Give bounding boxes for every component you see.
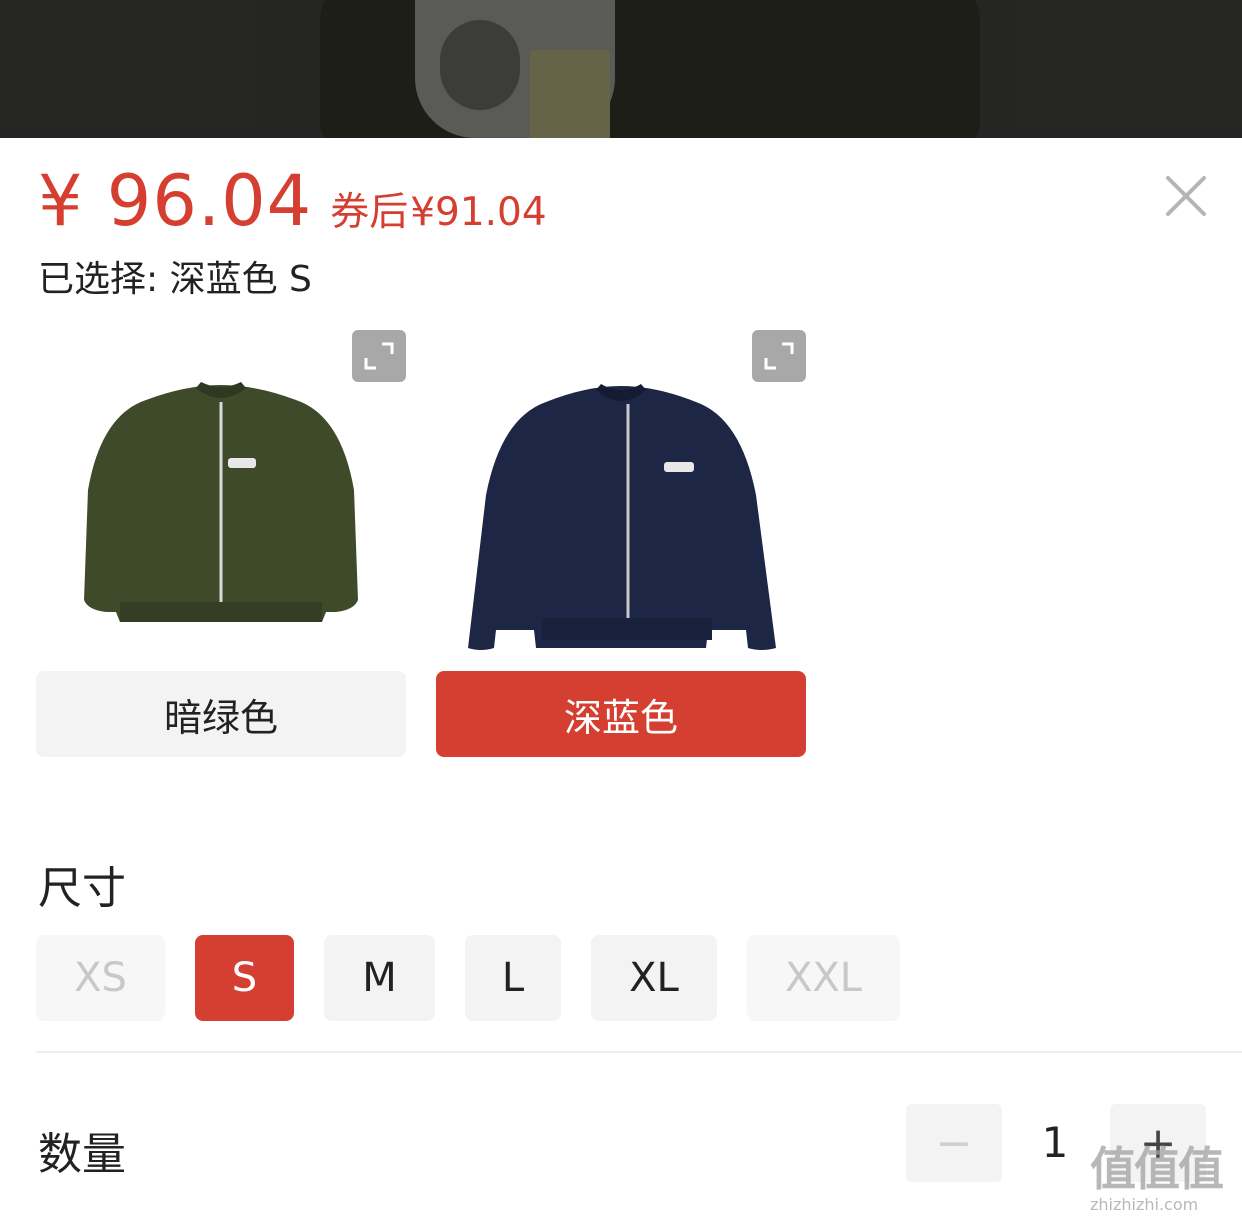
size-option-xl[interactable]: XL (591, 935, 717, 1021)
plus-icon: + (1139, 1117, 1177, 1169)
quantity-section-title: 数量 (38, 1129, 126, 1180)
price-main: ¥ 96.04 (38, 160, 313, 242)
size-option-xs[interactable]: XS (36, 935, 165, 1021)
close-icon (1166, 176, 1206, 216)
jacket-image (84, 382, 358, 622)
size-section-title: 尺寸 (38, 863, 126, 914)
expand-icon (764, 342, 794, 370)
quantity-decrease-button[interactable]: − (906, 1104, 1002, 1182)
close-button[interactable] (1162, 172, 1210, 220)
price-row: ¥ 96.04 券后 ¥91.04 (38, 160, 547, 242)
coupon-label: 券后 (330, 190, 409, 235)
expand-icon (364, 342, 394, 370)
size-option-xxl[interactable]: XXL (747, 935, 900, 1021)
quantity-value[interactable]: 1 (1030, 1118, 1080, 1167)
jacket-image (468, 384, 776, 650)
product-thumbnail[interactable] (436, 330, 806, 660)
size-option-m[interactable]: M (324, 935, 435, 1021)
watermark-url: zhizhizhi.com (1090, 1195, 1199, 1214)
product-hero-image-dimmed (0, 0, 1242, 138)
size-option-s[interactable]: S (195, 935, 294, 1021)
sku-sheet: ¥ 96.04 券后 ¥91.04 已选择: 深蓝色 S 暗绿色 深蓝色 尺寸 … (0, 138, 1242, 1221)
expand-image-button[interactable] (752, 330, 806, 382)
coupon-price: ¥91.04 (410, 190, 547, 235)
expand-image-button[interactable] (352, 330, 406, 382)
selected-summary: 已选择: 深蓝色 S (38, 259, 312, 300)
color-option-navy[interactable]: 深蓝色 (436, 330, 806, 758)
sku-selector-page: ¥ 96.04 券后 ¥91.04 已选择: 深蓝色 S 暗绿色 深蓝色 尺寸 … (0, 0, 1242, 1221)
color-label-button[interactable]: 暗绿色 (36, 671, 406, 757)
minus-icon: − (935, 1117, 973, 1169)
color-label-button[interactable]: 深蓝色 (436, 671, 806, 757)
section-divider (36, 1051, 1242, 1053)
color-option-dark-green[interactable]: 暗绿色 (36, 330, 406, 758)
quantity-increase-button[interactable]: + (1110, 1104, 1206, 1182)
size-option-l[interactable]: L (465, 935, 561, 1021)
product-thumbnail[interactable] (36, 330, 406, 660)
